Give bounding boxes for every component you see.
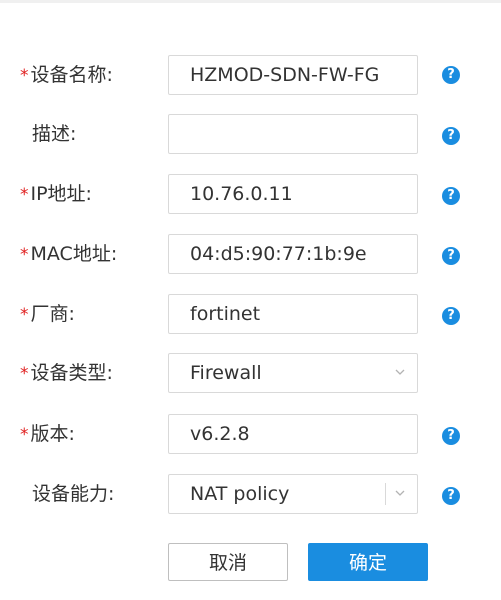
device-type-label: * 设备类型: <box>20 362 113 384</box>
form-row-description: 描述: ? <box>0 114 501 154</box>
device-name-value: HZMOD-SDN-FW-FG <box>190 64 380 86</box>
ip-address-input[interactable]: 10.76.0.11 <box>168 174 418 214</box>
question-circle-icon[interactable]: ? <box>442 247 460 265</box>
question-circle-icon[interactable]: ? <box>442 427 460 445</box>
ip-address-label: * IP地址: <box>20 183 92 205</box>
device-name-label: * 设备名称: <box>20 64 113 86</box>
form-row-device-capability: 设备能力: NAT policy ? <box>0 474 501 514</box>
mac-address-label: * MAC地址: <box>20 243 118 265</box>
form-row-device-name: * 设备名称: HZMOD-SDN-FW-FG ? <box>0 55 501 95</box>
form-row-vendor: * 厂商: fortinet ? <box>0 294 501 334</box>
question-circle-icon[interactable]: ? <box>442 66 460 84</box>
device-form: * 设备名称: HZMOD-SDN-FW-FG ? 描述: ? * IP地址: 10… <box>0 0 501 600</box>
device-name-input[interactable]: HZMOD-SDN-FW-FG <box>168 55 418 95</box>
question-circle-icon[interactable]: ? <box>442 127 460 145</box>
question-circle-icon[interactable]: ? <box>442 187 460 205</box>
required-marker: * <box>20 305 29 325</box>
required-marker: * <box>20 245 29 265</box>
device-type-select[interactable]: Firewall <box>168 353 418 393</box>
required-marker: * <box>20 66 29 86</box>
description-input[interactable] <box>168 114 418 154</box>
form-row-mac-address: * MAC地址: 04:d5:90:77:1b:9e ? <box>0 234 501 274</box>
vendor-value: fortinet <box>190 303 261 325</box>
version-input[interactable]: v6.2.8 <box>168 414 418 454</box>
version-label: * 版本: <box>20 423 75 445</box>
vendor-label: * 厂商: <box>20 303 75 325</box>
form-row-device-type: * 设备类型: Firewall <box>0 353 501 393</box>
required-marker: * <box>20 425 29 445</box>
required-marker: * <box>20 185 29 205</box>
chevron-down-icon[interactable] <box>393 365 407 379</box>
mac-address-input[interactable]: 04:d5:90:77:1b:9e <box>168 234 418 274</box>
description-value <box>190 115 414 153</box>
question-circle-icon[interactable]: ? <box>442 307 460 325</box>
mac-address-value: 04:d5:90:77:1b:9e <box>190 243 367 265</box>
form-row-ip-address: * IP地址: 10.76.0.11 ? <box>0 174 501 214</box>
device-type-value: Firewall <box>190 362 262 384</box>
form-row-version: * 版本: v6.2.8 ? <box>0 414 501 454</box>
device-capability-select[interactable]: NAT policy <box>168 474 418 514</box>
confirm-button[interactable]: 确定 <box>308 543 428 581</box>
version-value: v6.2.8 <box>190 423 250 445</box>
device-capability-label: 设备能力: <box>32 483 115 505</box>
question-circle-icon[interactable]: ? <box>442 487 460 505</box>
chevron-down-icon[interactable] <box>393 486 407 500</box>
ip-address-value: 10.76.0.11 <box>190 183 293 205</box>
select-divider <box>385 483 386 505</box>
device-capability-value: NAT policy <box>190 483 290 505</box>
required-marker: * <box>20 364 29 384</box>
vendor-input[interactable]: fortinet <box>168 294 418 334</box>
description-label: 描述: <box>32 123 77 145</box>
cancel-button[interactable]: 取消 <box>168 543 288 581</box>
